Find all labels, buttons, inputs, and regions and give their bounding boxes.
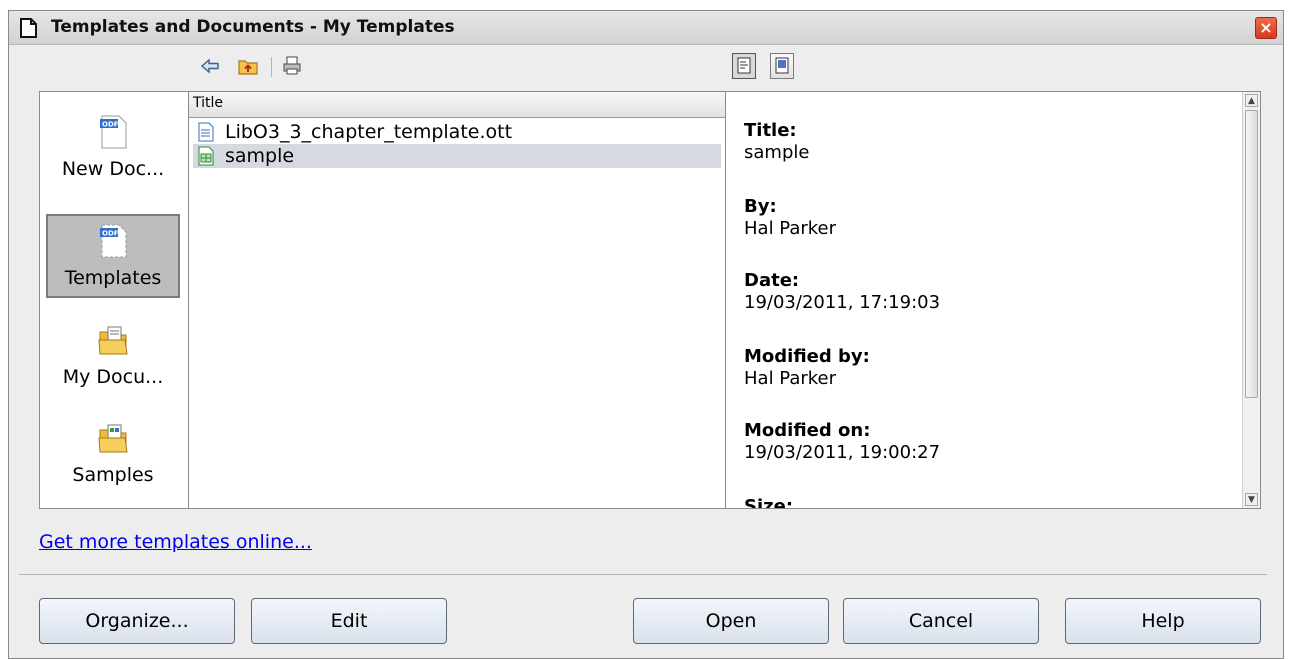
- info-value: Hal Parker: [744, 218, 837, 239]
- folder-up-icon[interactable]: [237, 55, 259, 77]
- info-value: 19/03/2011, 19:00:27: [744, 442, 941, 463]
- divider: [19, 574, 1267, 575]
- window-title: Templates and Documents - My Templates: [51, 17, 455, 37]
- svg-text:ODF: ODF: [102, 230, 119, 238]
- document-properties-icon: [737, 57, 751, 74]
- vertical-scrollbar[interactable]: ▲ ▼: [1242, 92, 1260, 508]
- document-properties-view-button[interactable]: [732, 53, 756, 79]
- category-label: My Docu...: [62, 366, 164, 388]
- scroll-up-icon[interactable]: ▲: [1245, 94, 1258, 107]
- preview-view-button[interactable]: [770, 53, 794, 79]
- info-modified-by: Modified by: Hal Parker: [744, 346, 870, 390]
- category-label: Templates: [64, 267, 162, 289]
- svg-text:ODF: ODF: [102, 121, 119, 129]
- list-item[interactable]: LibO3_3_chapter_template.ott: [193, 120, 721, 144]
- info-value: 19/03/2011, 17:19:03: [744, 292, 941, 313]
- templates-dialog: Templates and Documents - My Templates ×: [8, 10, 1284, 659]
- category-label: New Doc...: [61, 158, 165, 180]
- folder-documents-icon: [98, 326, 128, 355]
- category-label: Samples: [72, 464, 154, 486]
- info-label: Modified on:: [744, 420, 871, 441]
- info-date: Date: 19/03/2011, 17:19:03: [744, 270, 940, 314]
- info-value: Hal Parker: [744, 368, 837, 389]
- info-size: Size:: [744, 496, 794, 509]
- category-new-document[interactable]: ODF New Doc...: [46, 106, 180, 190]
- info-label: Date:: [744, 270, 800, 291]
- scroll-down-icon[interactable]: ▼: [1245, 493, 1258, 506]
- info-label: Size:: [744, 496, 794, 509]
- text-template-icon: [198, 122, 214, 142]
- column-header-title[interactable]: Title: [189, 92, 725, 118]
- back-arrow-icon[interactable]: [199, 55, 221, 77]
- info-value: sample: [744, 142, 810, 163]
- scroll-thumb[interactable]: [1245, 110, 1258, 398]
- file-name: sample: [225, 145, 295, 167]
- category-panel: ODF New Doc... ODF Templates My Docu...: [39, 91, 189, 509]
- info-label: Title:: [744, 120, 797, 141]
- get-more-templates-link[interactable]: Get more templates online...: [39, 531, 312, 553]
- category-samples[interactable]: Samples: [46, 412, 180, 496]
- cancel-button[interactable]: Cancel: [843, 598, 1039, 644]
- file-name: LibO3_3_chapter_template.ott: [225, 121, 513, 143]
- open-button[interactable]: Open: [633, 598, 829, 644]
- info-label: By:: [744, 196, 777, 217]
- category-templates[interactable]: ODF Templates: [46, 214, 180, 298]
- odf-document-icon: ODF: [100, 115, 127, 149]
- odf-template-icon: ODF: [100, 224, 127, 258]
- info-title: Title: sample: [744, 120, 809, 164]
- title-bar: Templates and Documents - My Templates ×: [9, 11, 1283, 45]
- spreadsheet-template-icon: [198, 146, 214, 166]
- file-list: Title LibO3_3_chapter_template.ott sampl…: [189, 91, 725, 509]
- help-button[interactable]: Help: [1065, 598, 1261, 644]
- category-my-documents[interactable]: My Docu...: [46, 314, 180, 398]
- folder-samples-icon: [98, 424, 128, 453]
- close-button[interactable]: ×: [1255, 17, 1277, 39]
- document-info-panel: Title: sample By: Hal Parker Date: 19/03…: [725, 91, 1261, 509]
- info-label: Modified by:: [744, 346, 870, 367]
- info-modified-on: Modified on: 19/03/2011, 19:00:27: [744, 420, 940, 464]
- preview-icon: [775, 57, 789, 74]
- organize-button[interactable]: Organize...: [39, 598, 235, 644]
- info-by: By: Hal Parker: [744, 196, 836, 240]
- document-icon: [20, 18, 37, 38]
- toolbar-separator: [271, 57, 272, 77]
- edit-button[interactable]: Edit: [251, 598, 447, 644]
- list-item[interactable]: sample: [193, 144, 721, 168]
- printer-icon[interactable]: [281, 55, 303, 77]
